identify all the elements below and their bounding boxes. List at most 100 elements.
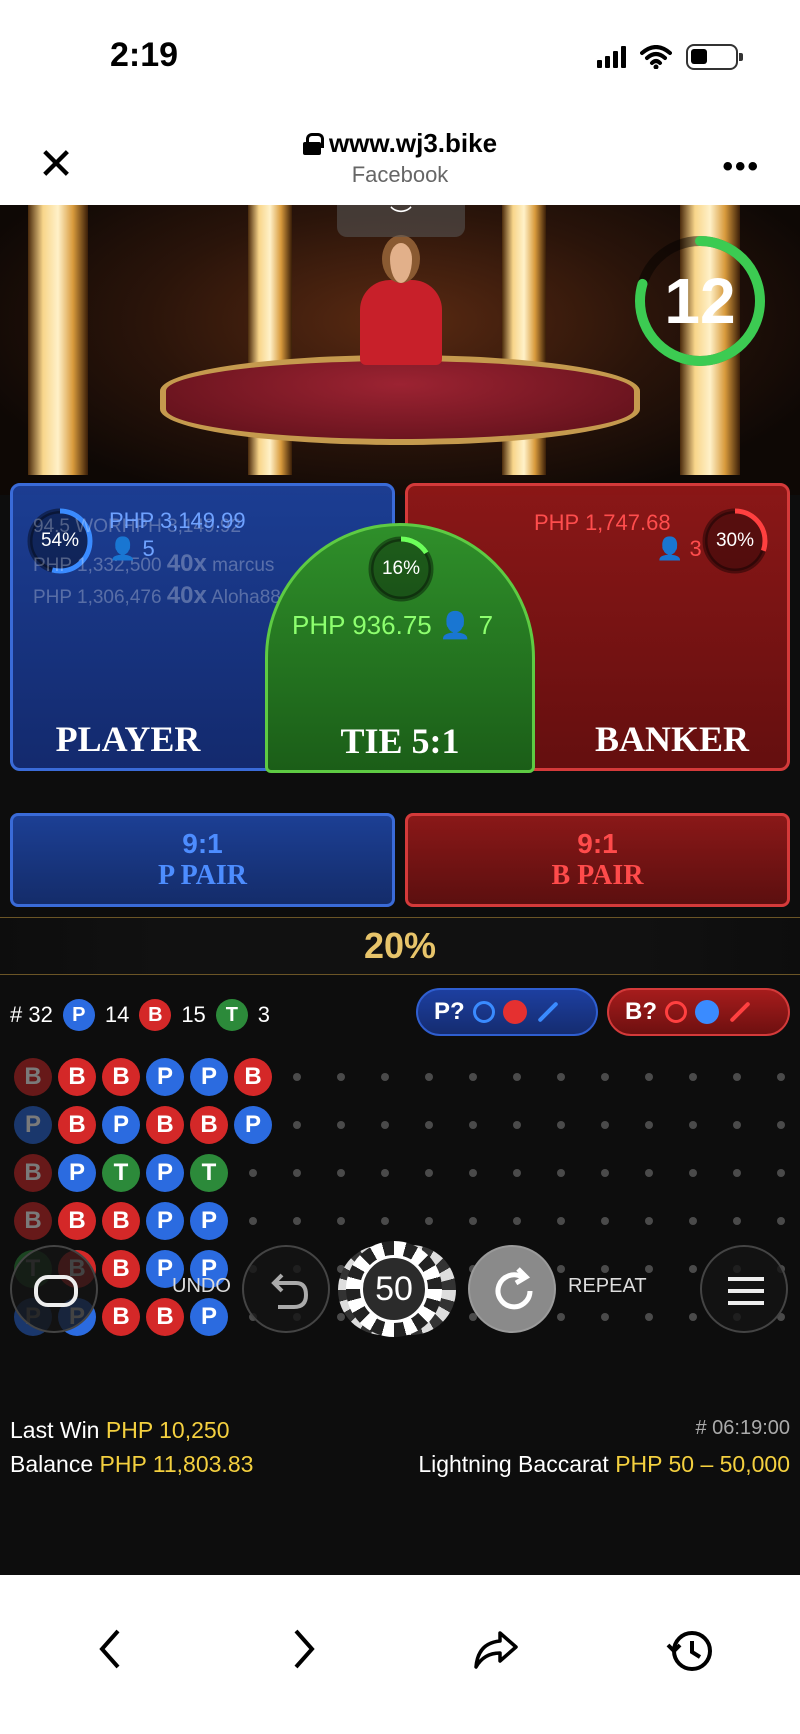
bead-road-empty-dot (601, 1265, 609, 1273)
banker-pair-odds: 9:1 (577, 828, 618, 859)
big-eye-ring-icon (472, 1001, 495, 1023)
bead-road-empty-dot (469, 1217, 477, 1225)
browser-toolbar (0, 1575, 800, 1734)
bead-road-empty-dot (733, 1073, 741, 1081)
cellular-signal-icon (597, 46, 626, 68)
player-pair-label: P PAIR (158, 860, 247, 891)
cockroach-slash-icon (729, 1001, 751, 1023)
cockroach-slash-icon (537, 1001, 559, 1023)
bead-road-cell: B (102, 1058, 140, 1096)
bead-road-empty-dot (777, 1073, 785, 1081)
repeat-label: REPEAT (568, 1275, 647, 1297)
bead-road-cell: P (146, 1058, 184, 1096)
bead-road-empty-dot (337, 1121, 345, 1129)
banker-prediction-button[interactable]: B? (607, 988, 790, 1036)
banker-label: BANKER (594, 719, 750, 759)
small-road-dot-icon (502, 1000, 527, 1024)
player-win-dot: P (62, 999, 95, 1031)
bead-road-empty-dot (557, 1313, 565, 1321)
bead-road-cell: B (58, 1202, 96, 1240)
player-prediction-button[interactable]: P? (416, 988, 598, 1036)
game-area: ︶ 12 54% 94.5 WORHPH 3,149.92 PHP 1,332,… (0, 205, 800, 1575)
game-info: Lightning Baccarat PHP 50 – 50,000 (418, 1451, 790, 1477)
bead-road-cell: P (146, 1202, 184, 1240)
repeat-button[interactable] (468, 1245, 556, 1333)
bead-road-empty-dot (513, 1121, 521, 1129)
bead-road-empty-dot (381, 1121, 389, 1129)
tie-dot: T (215, 999, 248, 1031)
collapse-video-button[interactable]: ︶ (337, 205, 465, 237)
bead-road-cell: T (102, 1154, 140, 1192)
bead-road-cell: B (146, 1106, 184, 1144)
bead-road-empty-dot (513, 1169, 521, 1177)
dealer (350, 235, 450, 365)
repeat-icon (495, 1267, 533, 1310)
banker-win-count: 15 (181, 1002, 206, 1027)
bead-road-cell: B (14, 1058, 52, 1096)
bead-road-empty-dot (425, 1121, 433, 1129)
bead-road-empty-dot (337, 1073, 345, 1081)
bead-road-cell: B (14, 1154, 52, 1192)
screen: 2:19 ✕ www.wj3.bike Facebook ••• ︶ 12 54… (0, 0, 800, 1734)
bead-road-empty-dot (645, 1217, 653, 1225)
history-icon[interactable] (664, 1625, 716, 1677)
bead-road-empty-dot (249, 1169, 257, 1177)
bead-road-empty-dot (337, 1169, 345, 1177)
bead-road-empty-dot (645, 1265, 653, 1273)
more-options-icon[interactable]: ••• (722, 150, 760, 184)
banker-total-amount: PHP 1,747.68 (534, 510, 671, 535)
bead-road-empty-dot (733, 1217, 741, 1225)
bead-road-empty-dot (293, 1121, 301, 1129)
player-label: PLAYER (55, 719, 201, 759)
undo-label: UNDO (172, 1275, 231, 1297)
banker-percent: 30% (715, 530, 755, 551)
bead-road-empty-dot (557, 1265, 565, 1273)
bead-road-empty-dot (381, 1169, 389, 1177)
share-icon[interactable] (470, 1625, 522, 1673)
chat-icon (34, 1275, 78, 1307)
bead-road-empty-dot (777, 1121, 785, 1129)
bead-road-empty-dot (601, 1073, 609, 1081)
forward-icon[interactable] (286, 1625, 322, 1673)
bead-road-empty-dot (557, 1217, 565, 1225)
url-bar[interactable]: www.wj3.bike Facebook (0, 128, 800, 188)
player-pair-bet-area[interactable]: 9:1 P PAIR (10, 813, 395, 907)
baccarat-table (160, 355, 640, 445)
bead-road-empty-dot (601, 1217, 609, 1225)
back-icon[interactable] (92, 1625, 128, 1673)
bead-road-empty-dot (557, 1121, 565, 1129)
bead-road-empty-dot (601, 1313, 609, 1321)
bead-road-empty-dot (425, 1073, 433, 1081)
person-icon: 👤 (438, 610, 472, 640)
bead-road-empty-dot (689, 1073, 697, 1081)
banker-bettor-count: 👤 3 (656, 536, 702, 561)
bead-road-empty-dot (645, 1169, 653, 1177)
menu-button[interactable] (700, 1245, 788, 1333)
bead-road-empty-dot (689, 1121, 697, 1129)
bead-road-empty-dot (601, 1121, 609, 1129)
chat-button[interactable] (10, 1245, 98, 1333)
bead-road-empty-dot (513, 1073, 521, 1081)
bead-road-empty-dot (645, 1073, 653, 1081)
tie-percent: 16% (381, 558, 421, 579)
bead-road-cell: B (146, 1298, 184, 1336)
status-time: 2:19 (110, 36, 179, 74)
bead-road-empty-dot (293, 1073, 301, 1081)
bead-road-empty-dot (381, 1217, 389, 1225)
bead-road-cell: P (58, 1154, 96, 1192)
banker-pair-bet-area[interactable]: 9:1 B PAIR (405, 813, 790, 907)
bead-road-empty-dot (689, 1217, 697, 1225)
banker-pair-label: B PAIR (551, 860, 644, 891)
undo-button[interactable] (242, 1245, 330, 1333)
bead-road-empty-dot (293, 1217, 301, 1225)
player-bettor-count: 👤 5 (109, 536, 155, 561)
bead-road-cell: B (102, 1298, 140, 1336)
lock-icon (302, 132, 324, 155)
player-prediction-label: P? (434, 998, 465, 1025)
tie-count: 3 (257, 1002, 271, 1027)
bead-road-empty-dot (777, 1169, 785, 1177)
bead-road-cell: T (190, 1154, 228, 1192)
round-stats: # 32 P 14 B 15 T 3 (10, 995, 270, 1035)
chip-selector[interactable]: 50 (346, 1241, 442, 1337)
url-text: www.wj3.bike (328, 128, 498, 158)
